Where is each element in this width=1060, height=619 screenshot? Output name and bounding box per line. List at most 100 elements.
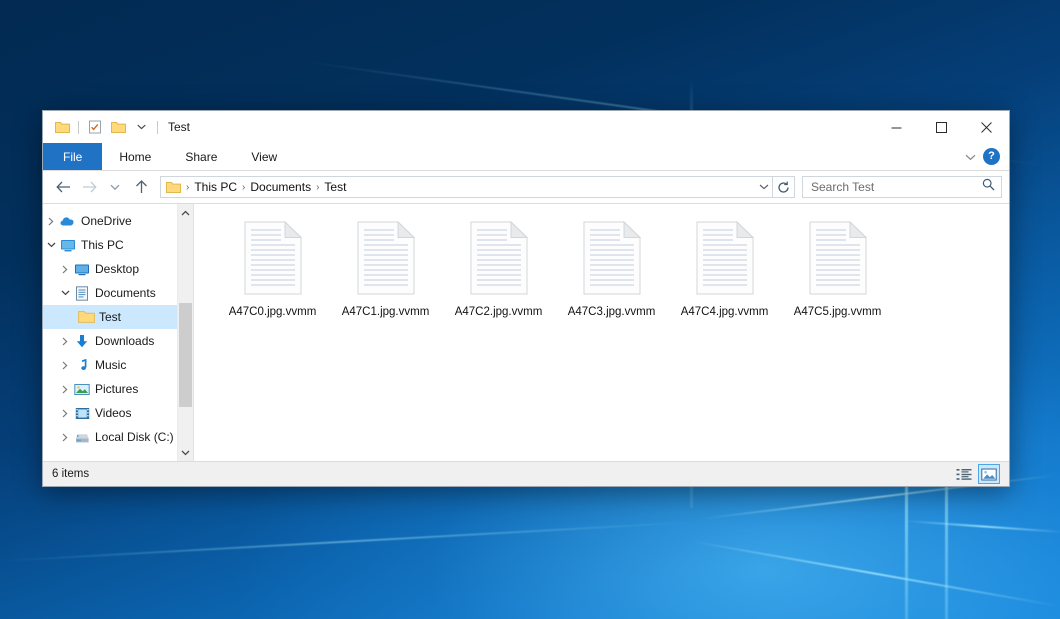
properties-icon[interactable] (85, 117, 105, 137)
file-item[interactable]: A47C5.jpg.vvmm (781, 214, 894, 318)
chevron-right-icon[interactable] (57, 385, 73, 394)
search-box[interactable] (802, 176, 1002, 198)
file-explorer-window: Test File Home Share View (42, 110, 1010, 487)
music-icon (73, 358, 91, 373)
folder-tree: OneDrive This PC (43, 204, 193, 449)
generic-document-icon[interactable] (241, 218, 305, 298)
scroll-down-arrow-icon[interactable] (178, 444, 194, 461)
back-button[interactable] (50, 175, 76, 199)
generic-document-icon[interactable] (467, 218, 531, 298)
forward-button[interactable] (76, 175, 102, 199)
tab-home[interactable]: Home (102, 143, 168, 170)
generic-document-icon[interactable] (693, 218, 757, 298)
videos-icon (73, 407, 91, 420)
monitor-icon (59, 239, 77, 252)
sidebar-item-videos[interactable]: Videos (43, 401, 193, 425)
file-item[interactable]: A47C2.jpg.vvmm (442, 214, 555, 318)
recent-locations-button[interactable] (102, 175, 128, 199)
refresh-button[interactable] (773, 176, 795, 198)
quick-access-toolbar (43, 117, 161, 137)
file-item[interactable]: A47C3.jpg.vvmm (555, 214, 668, 318)
ribbon-right-controls: ? (965, 143, 1009, 170)
generic-document-icon[interactable] (806, 218, 870, 298)
file-name-label: A47C4.jpg.vvmm (681, 306, 769, 318)
large-icons-view-button[interactable] (978, 464, 1000, 484)
chevron-right-icon[interactable] (57, 433, 73, 442)
help-icon[interactable]: ? (983, 148, 1000, 165)
file-item[interactable]: A47C1.jpg.vvmm (329, 214, 442, 318)
address-dropdown-chevron-icon[interactable] (755, 184, 772, 190)
status-bar: 6 items (43, 461, 1009, 486)
sidebar-item-label: Desktop (95, 262, 139, 276)
sidebar-item-this-pc[interactable]: This PC (43, 233, 193, 257)
breadcrumb-separator[interactable]: › (314, 182, 321, 193)
breadcrumb[interactable]: › This PC › Documents › Test (160, 176, 773, 198)
window-title: Test (168, 120, 190, 134)
chevron-right-icon[interactable] (57, 409, 73, 418)
tab-share[interactable]: Share (168, 143, 234, 170)
folder-icon[interactable] (52, 117, 72, 137)
file-name-label: A47C2.jpg.vvmm (455, 306, 543, 318)
file-name-label: A47C3.jpg.vvmm (568, 306, 656, 318)
sidebar-item-pictures[interactable]: Pictures (43, 377, 193, 401)
sidebar-item-label: This PC (81, 238, 124, 252)
toolbar-separator (78, 121, 79, 134)
sidebar-item-desktop[interactable]: Desktop (43, 257, 193, 281)
sidebar-item-downloads[interactable]: Downloads (43, 329, 193, 353)
chevron-down-icon[interactable] (43, 242, 59, 248)
breadcrumb-item-this-pc[interactable]: This PC (191, 180, 240, 194)
window-body: OneDrive This PC (43, 203, 1009, 461)
maximize-button[interactable] (919, 111, 964, 143)
file-name-label: A47C5.jpg.vvmm (794, 306, 882, 318)
expand-ribbon-chevron-icon[interactable] (965, 148, 976, 166)
generic-document-icon[interactable] (580, 218, 644, 298)
drive-icon (73, 431, 91, 444)
sidebar-item-onedrive[interactable]: OneDrive (43, 209, 193, 233)
title-bar: Test (43, 111, 1009, 143)
search-icon[interactable] (982, 178, 995, 196)
breadcrumb-separator[interactable]: › (240, 182, 247, 193)
file-item[interactable]: A47C4.jpg.vvmm (668, 214, 781, 318)
sidebar-item-music[interactable]: Music (43, 353, 193, 377)
file-grid: A47C0.jpg.vvmm (216, 214, 995, 318)
cloud-icon (59, 215, 77, 227)
scroll-up-arrow-icon[interactable] (178, 204, 194, 221)
download-icon (73, 334, 91, 349)
details-view-button[interactable] (953, 464, 975, 484)
sidebar-item-documents[interactable]: Documents (43, 281, 193, 305)
sidebar-item-label: Videos (95, 406, 131, 420)
close-button[interactable] (964, 111, 1009, 143)
sidebar-item-test[interactable]: Test (43, 305, 193, 329)
sidebar-item-label: Downloads (95, 334, 154, 348)
view-toggle-group (953, 464, 1000, 484)
scrollbar-thumb[interactable] (179, 303, 192, 407)
file-list-pane[interactable]: A47C0.jpg.vvmm (193, 204, 1009, 461)
scrollbar-track[interactable] (178, 221, 194, 444)
breadcrumb-separator[interactable]: › (184, 182, 191, 193)
new-folder-icon[interactable] (108, 117, 128, 137)
chevron-right-icon[interactable] (57, 337, 73, 346)
chevron-right-icon[interactable] (57, 361, 73, 370)
tab-view[interactable]: View (234, 143, 294, 170)
tab-file[interactable]: File (43, 143, 102, 170)
chevron-right-icon[interactable] (57, 265, 73, 274)
toolbar-separator (157, 121, 158, 134)
ribbon-tab-bar: File Home Share View ? (43, 143, 1009, 171)
minimize-button[interactable] (874, 111, 919, 143)
breadcrumb-item-test[interactable]: Test (321, 180, 349, 194)
file-item[interactable]: A47C0.jpg.vvmm (216, 214, 329, 318)
chevron-right-icon[interactable] (43, 217, 59, 226)
generic-document-icon[interactable] (354, 218, 418, 298)
up-button[interactable] (128, 175, 154, 199)
folder-icon (77, 310, 95, 324)
sidebar-item-label: Test (99, 310, 121, 324)
desktop: Test File Home Share View (0, 0, 1060, 619)
sidebar-item-label: Music (95, 358, 126, 372)
customize-qat-chevron-icon[interactable] (131, 117, 151, 137)
breadcrumb-item-documents[interactable]: Documents (247, 180, 314, 194)
breadcrumb-folder-icon[interactable] (161, 181, 184, 194)
sidebar-scrollbar[interactable] (177, 204, 193, 461)
sidebar-item-local-disk-c[interactable]: Local Disk (C:) (43, 425, 193, 449)
chevron-down-icon[interactable] (57, 290, 73, 296)
search-input[interactable] (809, 179, 982, 195)
